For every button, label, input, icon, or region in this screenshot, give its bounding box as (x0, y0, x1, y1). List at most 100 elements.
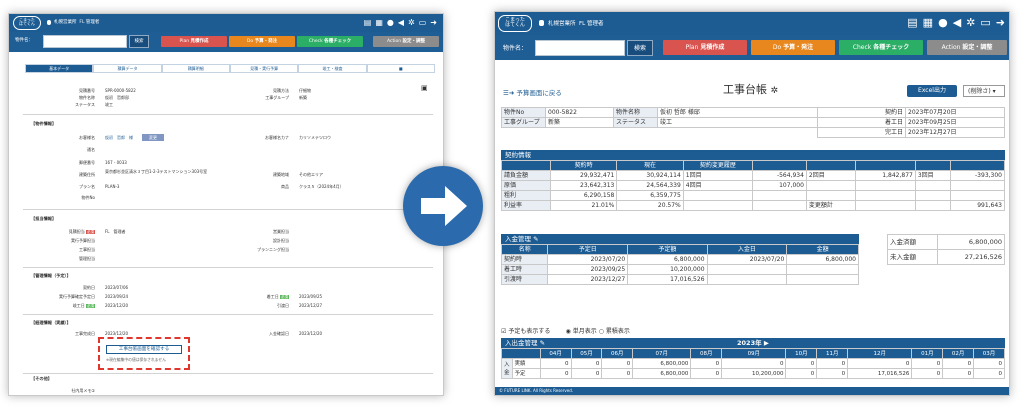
app-logo[interactable]: こまった はてくん (498, 15, 532, 32)
document-icon[interactable]: ▤ (907, 16, 917, 29)
search-button[interactable]: 検索 (627, 40, 653, 56)
folder-icon[interactable]: ▭ (980, 16, 990, 29)
label-estimate-method: 見積方法 (273, 88, 289, 93)
contract-header (949, 160, 1006, 171)
contract-cell: 6,359,775 (616, 190, 684, 201)
label-undeposited: 未入金額 (887, 249, 938, 265)
deposit-header: 金額 (786, 244, 859, 255)
action-button[interactable]: Action 設定・調整 (373, 36, 439, 47)
calendar-icon[interactable]: ▦ (923, 16, 933, 29)
cashflow-cell: 6,800,000 (632, 368, 692, 379)
label-management-staff: 管理担当 (79, 256, 95, 261)
tab-budget[interactable]: 見積・実行予算 (229, 64, 299, 73)
cashflow-cell: 0 (911, 358, 944, 369)
do-button[interactable]: Do 予算・発注 (229, 36, 295, 47)
tab-estimate-data[interactable]: 積算データ (93, 64, 162, 73)
chat-icon[interactable]: ● (938, 16, 948, 29)
deposit-cell: 契約時 (500, 254, 549, 265)
back-to-budget-link[interactable]: ☰➜ 予算画面に戻る (503, 87, 562, 97)
print-icon[interactable]: ▣ (421, 84, 428, 92)
contract-header: 契約時 (549, 160, 618, 171)
monthly-radio[interactable]: ◉ (566, 328, 571, 335)
deposit-cell (706, 274, 788, 285)
table-row: 原価 23,642,313 24,564,339 4回目 107,000 (501, 180, 1006, 191)
search-button[interactable]: 検索 (129, 35, 149, 48)
folder-icon[interactable]: ▭ (419, 18, 427, 27)
deposit-cell: 6,800,000 (627, 254, 708, 265)
pencil-icon[interactable]: ✎ (540, 339, 545, 347)
logo-text: こまった はてくん (505, 17, 525, 29)
chat-icon[interactable]: ● (387, 18, 394, 27)
label-area: 建築地域 (273, 172, 289, 177)
cashflow-cell: 0 (973, 368, 1005, 379)
property-name-input[interactable] (535, 40, 625, 56)
deposit-cell: 17,016,526 (627, 274, 708, 285)
logout-icon[interactable]: ➜ (996, 16, 1005, 29)
user-name: FL 管理者 (79, 20, 100, 25)
contract-cell (805, 180, 856, 191)
footer: © FUTURE LINK. All Rights Reserved. (495, 387, 1009, 395)
cashflow-cell: 0 (942, 368, 975, 379)
value-address: 東京都杉並区清水３丁目1-2-3テストマンション303号室 (105, 169, 208, 174)
gear-icon[interactable]: ✲ (966, 16, 975, 29)
cashflow-cell: 0 (570, 368, 603, 379)
pencil-icon[interactable]: ✎ (533, 235, 538, 243)
calendar-icon[interactable]: ▦ (375, 18, 383, 27)
label-customer: お客様名 (79, 135, 95, 140)
action-button[interactable]: Action 設定・調整 (927, 40, 1007, 55)
logout-icon[interactable]: ➜ (430, 18, 437, 27)
check-button[interactable]: Check 各種チェック (839, 40, 923, 55)
month-header: 11月 (816, 348, 849, 359)
table-row: 契約時 2023/07/20 6,800,000 2023/07/20 6,800,00… (500, 254, 859, 265)
contract-cell: 粗利 (501, 190, 551, 201)
value-finish-date: 2023/12/20 (105, 331, 129, 336)
table-row: 粗利 6,290,158 6,359,775 (501, 190, 1006, 201)
megaphone-icon[interactable]: ◀ (398, 18, 404, 27)
property-name-label: 物件名： (15, 38, 33, 43)
tab-basic-data[interactable]: 基本データ (25, 64, 94, 73)
label-deposited: 入金済額 (887, 234, 938, 250)
contract-table: 契約時 現在 契約変更履歴 請負金額 29,932,471 30,924,114 1回目 -5… (501, 160, 1006, 211)
month-header: 05月 (570, 348, 603, 359)
gear-icon[interactable]: ✲ (771, 86, 779, 96)
value-estimate-no: SPR-0000-5822 (105, 88, 136, 93)
tab-completion[interactable]: 竣工・検査 (298, 64, 367, 73)
gear-icon[interactable]: ✲ (408, 18, 415, 27)
header-icons: ▤ ▦ ● ◀ ✲ ▭ ➜ (907, 16, 1005, 29)
year-selector[interactable]: 2023年 ▶ (737, 338, 769, 348)
open-ledger-button[interactable]: 工事台帳画面を確認する (106, 345, 182, 354)
print-select[interactable]: (削除さ) ▾ (963, 85, 1005, 97)
property-name-input[interactable] (43, 35, 127, 48)
check-button[interactable]: Check 各種チェック (297, 36, 363, 47)
label-property-no: 物件No (501, 107, 546, 118)
tab-estimate-detail[interactable]: 積算明細 (161, 64, 230, 73)
property-info-table: 物件No 000-5822 物件名称 仮初 哲郎 様邸 契約日 2023年07月… (501, 107, 1005, 138)
ledger-screen: こまった はてくん 札幌営業所 FL 管理者 ▤ ▦ ● ◀ ✲ ▭ ➜ 物件名… (494, 11, 1010, 396)
label-property-name: 物件名称 (79, 95, 95, 100)
value-area: その他エリア (299, 172, 323, 177)
cashflow-cell: 0 (816, 358, 849, 369)
cumulative-label: 累積表示 (605, 328, 630, 335)
label-work-group: 工事グループ (265, 95, 289, 100)
plan-button[interactable]: Plan 見積作成 (161, 36, 227, 47)
tab-files[interactable]: ■ (366, 64, 435, 73)
change-button[interactable]: 変更 (142, 134, 164, 141)
list-arrow-icon: ☰➜ (503, 89, 515, 97)
megaphone-icon[interactable]: ◀ (953, 16, 961, 29)
excel-export-button[interactable]: Excel出力 (907, 85, 957, 97)
document-icon[interactable]: ▤ (364, 18, 372, 27)
deposit-header: 予定日 (547, 244, 629, 255)
do-button[interactable]: Do 予算・発注 (751, 40, 835, 55)
other-section-title: 【その他】 (31, 376, 52, 381)
app-logo[interactable]: こまった はてくん (13, 16, 41, 30)
label-address: 建築住所 (79, 172, 95, 177)
cumulative-radio[interactable]: ○ (599, 328, 604, 335)
cashflow-cell: 0 (690, 368, 723, 379)
show-plan-checkbox[interactable]: ☑ (501, 328, 506, 335)
value-payment-check-date: 2023/12/20 (299, 331, 323, 336)
contract-cell (751, 190, 807, 201)
divider (23, 209, 433, 210)
contract-header (914, 160, 951, 171)
plan-button[interactable]: Plan 見積作成 (663, 40, 747, 55)
value-customer[interactable]: 仮初 哲郎 様 (105, 135, 133, 141)
